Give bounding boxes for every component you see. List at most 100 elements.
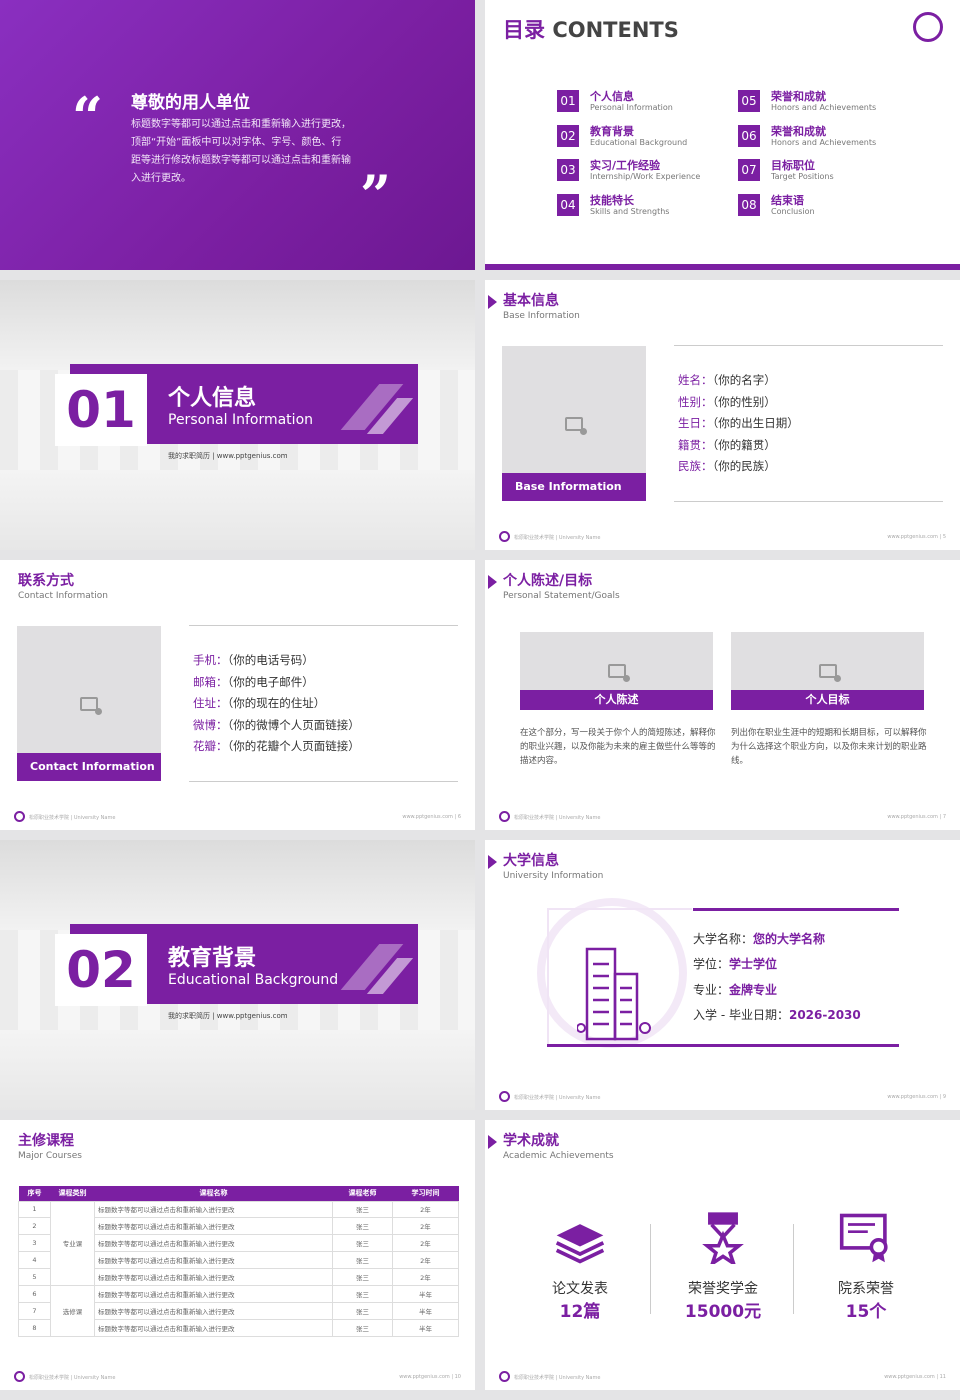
- header-triangle-icon: [488, 1135, 497, 1149]
- contents-item-number: 05: [738, 90, 760, 112]
- row-number: 8: [18, 1318, 51, 1337]
- page-number: 10: [454, 1374, 461, 1380]
- contents-item-cn: 实习/工作经验: [590, 159, 661, 172]
- contents-item[interactable]: 08 结束语 Conclusion: [738, 193, 908, 222]
- footer-school: 松原职业技术学院 | University Name: [514, 1375, 601, 1381]
- course-name: 标题数字等都可以通过点击和重新输入进行更改: [94, 1301, 333, 1320]
- section-title-cn: 个人信息: [168, 386, 257, 411]
- contents-item-cn: 荣誉和成就: [771, 90, 826, 103]
- achievement-value: 15个: [845, 1302, 887, 1322]
- stack-icon: [552, 1208, 608, 1264]
- footer-right: www.pptgenius.com | 6: [402, 814, 461, 820]
- course-time: 半年: [392, 1318, 459, 1337]
- course-teacher: 张三: [332, 1301, 393, 1320]
- university-row: 学位：学士学位: [693, 955, 861, 980]
- contents-item-number: 02: [557, 124, 579, 147]
- slide-footer: 松原职业技术学院 | University Name www.pptgenius.…: [499, 1370, 946, 1384]
- contents-item[interactable]: 02 教育背景 Educational Background: [557, 124, 727, 153]
- slide-footer: 松原职业技术学院 | University Name www.pptgenius.…: [499, 1090, 946, 1104]
- slide-subtitle: Major Courses: [18, 1151, 82, 1161]
- section-number: 02: [66, 941, 136, 999]
- contents-item-number: 07: [738, 159, 760, 181]
- contents-item-cn: 结束语: [771, 193, 804, 207]
- course-teacher: 张三: [332, 1284, 393, 1303]
- slide-header: 基本信息 Base Information: [488, 292, 580, 322]
- university-row: 入学 - 毕业日期：2026-2030: [693, 1006, 861, 1031]
- photo-placeholder[interactable]: Base Information: [502, 346, 646, 501]
- achievement-value: 15000元: [684, 1302, 762, 1322]
- info-value: （你的性别）: [712, 394, 776, 409]
- info-key: 手机：: [193, 653, 228, 667]
- statement-card-text: 列出你在职业生涯中的短期和长期目标，可以解释你为什么选择这个职业方向，以及你未来…: [731, 728, 927, 766]
- info-row: 邮箱：（你的电子邮件）: [193, 674, 360, 696]
- contents-item[interactable]: 05 荣誉和成就 Honors and Achievements: [738, 90, 908, 118]
- course-teacher: 张三: [332, 1318, 393, 1337]
- achievement-label: 论文发表: [552, 1281, 608, 1297]
- footer-url: www.pptgenius.com: [402, 814, 453, 820]
- logo-icon: [14, 811, 25, 822]
- university-key: 入学 - 毕业日期：: [693, 1007, 789, 1022]
- info-row: 籍贯：（你的籍贯）: [678, 437, 799, 459]
- statement-image-placeholder[interactable]: 个人目标: [731, 632, 924, 710]
- info-value: （你的出生日期）: [712, 416, 799, 431]
- contents-item[interactable]: 03 实习/工作经验 Internship/Work Experience: [557, 159, 727, 187]
- contents-item[interactable]: 06 荣誉和成就 Honors and Achievements: [738, 124, 908, 153]
- slide-subtitle: Personal Statement/Goals: [503, 591, 620, 601]
- university-key: 大学名称：: [693, 932, 754, 946]
- close-quote-icon: ”: [360, 163, 392, 227]
- logo-icon: [499, 531, 510, 542]
- row-number: 7: [18, 1301, 51, 1320]
- info-row: 花瓣：（你的花瓣个人页面链接）: [193, 738, 360, 760]
- page-number: 7: [942, 814, 946, 820]
- achievement-label: 院系荣誉: [838, 1281, 894, 1297]
- building-icon: [577, 947, 651, 1041]
- basic-info-slide: 基本信息 Base Information Base Information 姓…: [485, 280, 960, 550]
- table-header-cell: 序号: [18, 1186, 51, 1201]
- contents-item-number: 01: [557, 90, 579, 112]
- university-row: 大学名称：您的大学名称: [693, 930, 861, 955]
- slide-footer: 松原职业技术学院 | University Name www.pptgenius.…: [14, 1370, 461, 1384]
- contents-item[interactable]: 04 技能特长 Skills and Strengths: [557, 193, 727, 222]
- image-icon: [80, 696, 102, 715]
- image-icon: [565, 416, 587, 435]
- image-icon: [607, 664, 630, 682]
- contents-item-en: Target Positions: [771, 172, 834, 181]
- page-number: 6: [457, 814, 461, 820]
- statement-card-text: 在这个部分，写一段关于你个人的简短陈述，解释你的职业兴趣，以及你能为未来的雇主做…: [520, 728, 716, 766]
- contents-title: 目录 CONTENTS: [503, 14, 679, 44]
- contents-item-en: Honors and Achievements: [771, 103, 877, 112]
- contents-bottom-bar: [485, 264, 960, 270]
- info-value: （你的花瓣个人页面链接）: [227, 739, 360, 754]
- course-name: 标题数字等都可以通过点击和重新输入进行更改: [94, 1318, 333, 1337]
- logo-icon: [499, 1371, 510, 1382]
- logo-icon: [499, 811, 510, 822]
- info-key: 性别：: [678, 394, 713, 409]
- table-header-cell: 课程名称: [94, 1186, 333, 1201]
- slide-subtitle: Base Information: [503, 311, 580, 321]
- course-group: 选修课: [50, 1284, 95, 1337]
- course-time: 半年: [392, 1301, 459, 1320]
- contents-item-en: Educational Background: [590, 137, 688, 147]
- row-number: 1: [18, 1200, 51, 1219]
- slide-subtitle: University Information: [503, 871, 604, 881]
- photo-placeholder[interactable]: Contact Information: [17, 626, 161, 781]
- contents-item-cn: 荣誉和成就: [771, 124, 826, 138]
- row-number: 3: [18, 1234, 51, 1253]
- contents-title-en: CONTENTS: [552, 18, 679, 42]
- university-value: 2026-2030: [788, 1007, 861, 1022]
- logo-icon: [14, 1371, 25, 1382]
- footer-right: www.pptgenius.com | 9: [887, 1094, 946, 1100]
- section-title-en: Educational Background: [168, 972, 339, 988]
- table-row: 6 选修课 标题数字等都可以通过点击和重新输入进行更改 张三 半年: [18, 1284, 459, 1337]
- course-group: 专业课: [50, 1200, 95, 1286]
- medal-icon: [695, 1208, 751, 1264]
- info-value: （你的电话号码）: [227, 653, 314, 667]
- contents-item[interactable]: 07 目标职位 Target Positions: [738, 159, 908, 187]
- footer-right: www.pptgenius.com | 11: [884, 1374, 946, 1380]
- slide-title: 基本信息: [503, 293, 559, 309]
- contents-item[interactable]: 01 个人信息 Personal Information: [557, 90, 727, 118]
- achievement-value: 12篇: [559, 1302, 601, 1322]
- header-triangle-icon: [488, 295, 497, 309]
- statement-image-placeholder[interactable]: 个人陈述: [520, 632, 713, 710]
- courses-slide: 主修课程 Major Courses 序号 课程类别 课程名称 课程老师 学习时间 1 专业…: [0, 1120, 475, 1390]
